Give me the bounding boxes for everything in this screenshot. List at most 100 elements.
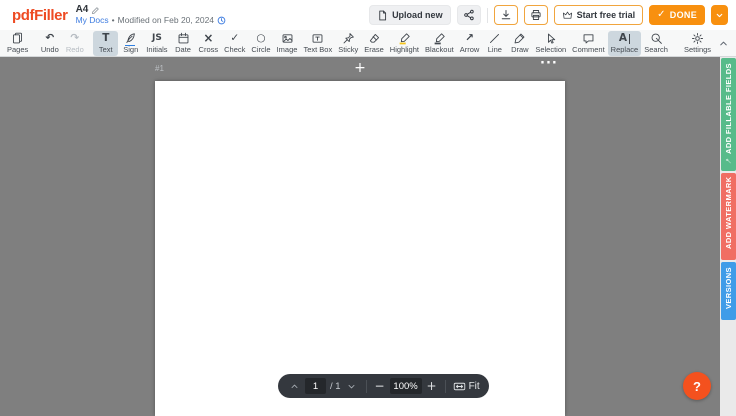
download-button[interactable] <box>494 5 518 25</box>
fit-label: Fit <box>469 381 480 392</box>
pdffiller-logo[interactable]: pdfFiller <box>12 7 68 24</box>
pages-icon <box>11 32 24 45</box>
settings-gear-icon <box>691 32 704 45</box>
tool-label: Line <box>488 45 502 54</box>
tool-text[interactable]: T Text <box>93 31 118 56</box>
undo-icon: ↶ <box>45 32 54 45</box>
tool-text-box[interactable]: Text Box <box>300 31 335 56</box>
document-title: A4 <box>76 5 89 15</box>
document-canvas: #1 + ··· <box>0 57 720 416</box>
versions-tab[interactable]: VERSIONS <box>721 262 736 320</box>
add-watermark-tab[interactable]: ADD WATERMARK <box>721 173 736 260</box>
done-dropdown-button[interactable] <box>711 5 728 25</box>
header-divider <box>487 8 488 23</box>
image-icon <box>281 32 294 45</box>
tool-draw[interactable]: Draw <box>507 31 532 56</box>
upload-new-button[interactable]: Upload new <box>369 5 451 25</box>
arrow-icon: ↗ <box>465 32 474 45</box>
document-page[interactable] <box>155 81 565 416</box>
tool-label: Draw <box>511 45 529 54</box>
total-pages-label: / 1 <box>330 381 341 392</box>
tool-replace[interactable]: A Replace <box>608 31 642 56</box>
share-button[interactable] <box>457 5 481 25</box>
fit-to-page-button[interactable]: Fit <box>453 380 480 393</box>
side-tab-label: VERSIONS <box>724 267 733 309</box>
page-options-button[interactable]: ··· <box>540 57 558 71</box>
chevron-up-icon <box>290 382 299 391</box>
modified-text: Modified on Feb 20, 2024 <box>118 16 214 25</box>
collapse-toolbar-button[interactable] <box>714 32 732 54</box>
tool-label: Comment <box>572 45 605 54</box>
blackout-icon <box>433 32 446 45</box>
tool-label: Selection <box>535 45 566 54</box>
tool-line[interactable]: Line <box>482 31 507 56</box>
my-docs-link[interactable]: My Docs <box>76 16 109 25</box>
pagination-zoom-bar: 1 / 1 − 100% + Fit <box>278 374 489 398</box>
add-page-button[interactable]: + <box>350 60 370 77</box>
tool-erase[interactable]: Erase <box>361 31 387 56</box>
tool-label: Date <box>175 45 191 54</box>
tool-undo[interactable]: ↶ Undo <box>37 31 62 56</box>
tool-highlight[interactable]: Highlight <box>387 31 422 56</box>
tool-label: Replace <box>611 45 639 54</box>
tool-selection[interactable]: Selection <box>532 31 569 56</box>
magic-wand-icon <box>725 156 731 165</box>
replace-letter: A <box>619 32 627 45</box>
tool-label: Undo <box>41 45 59 54</box>
tool-blackout[interactable]: Blackout <box>422 31 457 56</box>
start-free-trial-button[interactable]: Start free trial <box>554 5 644 25</box>
tool-label: Erase <box>364 45 384 54</box>
tool-comment[interactable]: Comment <box>569 31 608 56</box>
history-clock-icon[interactable] <box>217 16 226 25</box>
tool-label: Pages <box>7 45 28 54</box>
tool-sticky[interactable]: Sticky <box>335 31 361 56</box>
tool-label: Text Box <box>303 45 332 54</box>
tool-image[interactable]: Image <box>274 31 301 56</box>
tool-cross[interactable]: × Cross <box>196 31 222 56</box>
download-icon <box>500 9 512 21</box>
tool-label: Redo <box>66 45 84 54</box>
start-free-trial-label: Start free trial <box>577 10 636 20</box>
zoom-level-input[interactable]: 100% <box>390 378 422 394</box>
tool-initials[interactable]: JS Initials <box>143 31 170 56</box>
right-rail: ADD FILLABLE FIELDS ADD WATERMARK VERSIO… <box>720 57 736 416</box>
text-tool-icon: T <box>102 32 109 45</box>
crown-icon <box>562 10 573 21</box>
help-button[interactable]: ? <box>683 372 711 400</box>
previous-page-button[interactable] <box>287 379 301 393</box>
edit-title-icon[interactable] <box>91 6 100 15</box>
add-fillable-fields-tab[interactable]: ADD FILLABLE FIELDS <box>721 58 736 171</box>
pdffiller-app: pdfFiller A4 My Docs • Modified on Feb 2… <box>0 0 736 416</box>
zoom-out-button[interactable]: − <box>374 380 386 392</box>
tool-redo[interactable]: ↷ Redo <box>62 31 87 56</box>
done-button[interactable]: ✓ DONE <box>649 5 705 25</box>
tool-label: Check <box>224 45 245 54</box>
tool-label: Image <box>277 45 298 54</box>
chevron-up-icon <box>718 38 729 49</box>
check-icon: ✓ <box>230 32 239 45</box>
tool-check[interactable]: ✓ Check <box>221 31 248 56</box>
circle-icon: ○ <box>256 32 265 45</box>
tool-label: Blackout <box>425 45 454 54</box>
tool-arrow[interactable]: ↗ Arrow <box>457 31 483 56</box>
breadcrumb-separator: • <box>112 16 115 25</box>
tool-label: Cross <box>199 45 219 54</box>
print-button[interactable] <box>524 5 548 25</box>
tool-pages[interactable]: Pages <box>4 31 31 56</box>
done-check-icon: ✓ <box>657 10 666 20</box>
current-page-input[interactable]: 1 <box>305 378 326 394</box>
next-page-button[interactable] <box>345 379 359 393</box>
zoom-in-button[interactable]: + <box>426 380 438 392</box>
chevron-down-icon <box>347 382 356 391</box>
replace-icon: A <box>619 32 630 45</box>
tool-label: Sign <box>123 45 138 54</box>
tool-sign[interactable]: Sign <box>118 31 143 56</box>
tool-date[interactable]: Date <box>171 31 196 56</box>
tool-settings[interactable]: Settings <box>681 31 714 56</box>
sticky-pin-icon <box>342 32 355 45</box>
tool-label: Search <box>644 45 668 54</box>
tool-circle[interactable]: ○ Circle <box>248 31 273 56</box>
tool-search[interactable]: Search <box>641 31 671 56</box>
pager-divider <box>445 380 446 393</box>
text-cursor-bar <box>629 34 630 44</box>
